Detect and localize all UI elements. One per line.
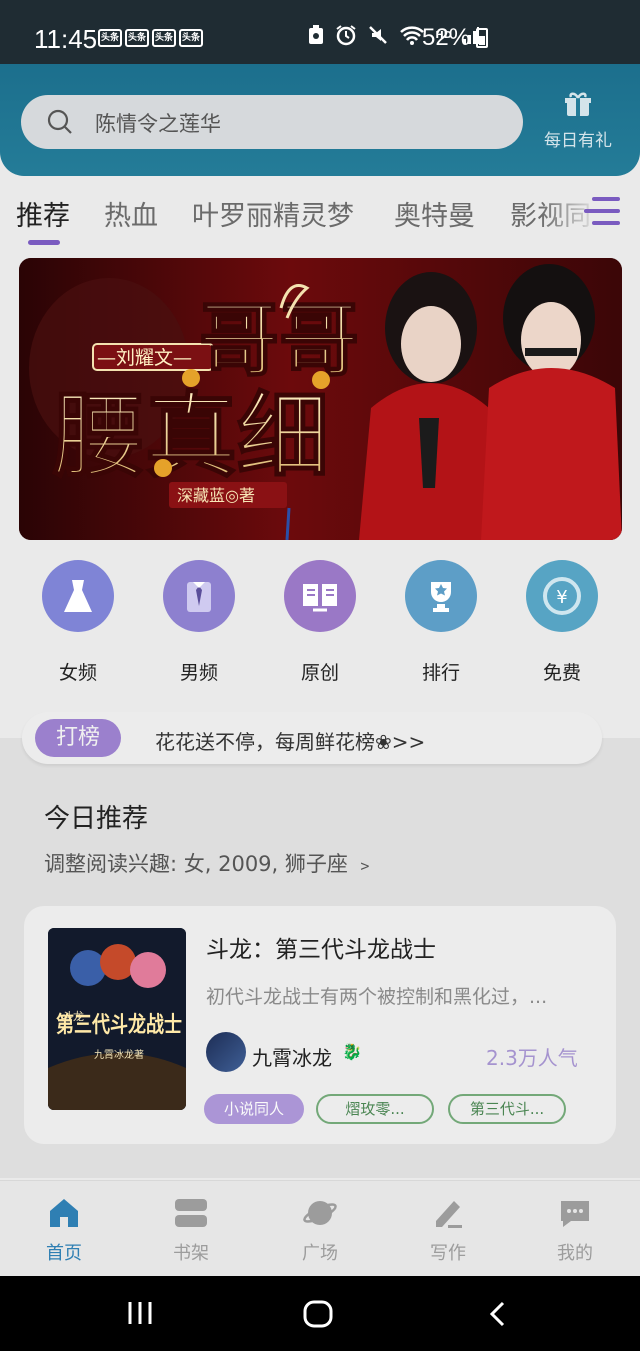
header: 陈情令之莲华 每日有礼 [0, 64, 640, 176]
category-circle [42, 560, 114, 632]
menu-icon[interactable] [582, 193, 622, 229]
category-label: 排行 [421, 662, 460, 684]
tab-recommend[interactable]: 推荐 [16, 194, 70, 233]
chat-bubble-icon [561, 1201, 589, 1227]
reading-interest-link[interactable]: 调整阅读兴趣: 女, 2009, 狮子座 ﹥ [44, 848, 376, 878]
tab-yeluoli[interactable]: 叶罗丽精灵梦 [192, 194, 354, 233]
nav-label: 首页 [46, 1243, 82, 1264]
banner-title-line2: 腰真细 [53, 382, 329, 490]
category-circle [284, 560, 356, 632]
book-card[interactable]: 斗龙 第三代斗龙战士 九霄冰龙著 斗龙：第三代斗龙战士 初代斗龙战士有两个被控制… [24, 906, 616, 1144]
news-notification-icon: 头条 [179, 29, 203, 47]
category-label: 女频 [58, 662, 97, 684]
banner-artist: —刘耀文— [97, 347, 192, 369]
banner-illustration: —刘耀文— 哥哥 腰真细 深藏蓝◎著 [19, 258, 622, 540]
author-avatar [206, 1032, 246, 1072]
nav-home[interactable]: 首页 [14, 1195, 114, 1265]
category-original[interactable]: 原创 [260, 560, 380, 685]
system-navigation-bar [0, 1276, 640, 1351]
category-label: 原创 [300, 662, 339, 684]
book-cover[interactable]: 斗龙 第三代斗龙战士 九霄冰龙著 [48, 928, 186, 1110]
search-input[interactable]: 陈情令之莲华 [21, 95, 523, 149]
banner-author: 深藏蓝◎著 [177, 486, 255, 505]
planet-icon [303, 1201, 337, 1225]
rank-badge: 打榜 [35, 719, 121, 757]
tag-series[interactable]: 第三代斗... [448, 1094, 566, 1124]
tag-character[interactable]: 熠玫零... [316, 1094, 434, 1124]
category-free[interactable]: ¥ 免费 [502, 560, 622, 685]
category-shortcuts: 女频 男频 原创 排行 ¥ 免费 [0, 560, 640, 700]
dress-icon [64, 580, 92, 612]
nav-mine[interactable]: 我的 [525, 1195, 625, 1265]
nav-label: 我的 [557, 1243, 593, 1264]
category-ranking[interactable]: 排行 [381, 560, 501, 685]
category-circle [405, 560, 477, 632]
shirt-tie-icon [187, 582, 211, 612]
storage-icon [309, 25, 324, 44]
daily-gift-button[interactable]: 每日有礼 [536, 90, 620, 151]
banner-carousel[interactable]: —刘耀文— 哥哥 腰真细 深藏蓝◎著 [19, 258, 622, 540]
yuan-coin-icon: ¥ [543, 577, 581, 615]
search-placeholder: 陈情令之莲华 [95, 112, 221, 136]
news-notification-icon: 头条 [125, 29, 149, 47]
cover-author: 九霄冰龙著 [94, 1048, 144, 1061]
nav-label: 书架 [173, 1243, 209, 1264]
back-icon[interactable] [486, 1300, 508, 1328]
nav-label: 广场 [302, 1243, 338, 1264]
category-female[interactable]: 女频 [18, 560, 138, 685]
mute-icon [369, 26, 388, 44]
nav-write[interactable]: 写作 [398, 1195, 498, 1265]
banner-title-line1: 哥哥 [199, 293, 359, 387]
author-dragon-badge: 🐉 [342, 1042, 362, 1061]
category-circle [163, 560, 235, 632]
gift-label: 每日有礼 [544, 131, 612, 151]
tab-ultraman[interactable]: 奥特曼 [394, 194, 475, 233]
nav-label: 写作 [430, 1243, 466, 1264]
pencil-icon [436, 1201, 462, 1228]
battery-icon [476, 28, 489, 48]
home-button-icon[interactable] [302, 1300, 334, 1328]
ranking-banner[interactable]: 打榜 花花送不停，每周鲜花榜❀>> [22, 712, 602, 764]
tab-hot-blood[interactable]: 热血 [104, 194, 158, 233]
search-icon [47, 109, 72, 134]
rank-text: 花花送不停，每周鲜花榜❀>> [155, 730, 426, 754]
section-title: 今日推荐 [44, 804, 149, 834]
news-notification-icon: 头条 [98, 29, 122, 47]
category-tabs: 推荐 热血 叶罗丽精灵梦 奥特曼 影视同 [0, 176, 640, 252]
nav-plaza[interactable]: 广场 [270, 1195, 370, 1265]
active-tab-indicator [28, 240, 60, 245]
recent-apps-icon[interactable] [126, 1300, 154, 1326]
category-label: 免费 [542, 662, 581, 684]
status-time: 11:45 [34, 24, 98, 54]
tag-fanfic[interactable]: 小说同人 [204, 1094, 304, 1124]
bookshelf-icon [175, 1199, 207, 1227]
book-description: 初代斗龙战士有两个被控制和黑化过，... [206, 986, 548, 1008]
book-title[interactable]: 斗龙：第三代斗龙战士 [206, 930, 436, 964]
battery-percent: 52% [422, 24, 471, 51]
trophy-icon [431, 582, 451, 612]
gift-icon [565, 92, 591, 116]
battery-indicator: 52% [422, 24, 489, 52]
open-book-icon [303, 584, 337, 612]
nav-bookshelf[interactable]: 书架 [141, 1195, 241, 1265]
bottom-nav: 首页 书架 广场 写作 我的 [0, 1180, 640, 1276]
category-circle: ¥ [526, 560, 598, 632]
svg-text:¥: ¥ [556, 587, 567, 608]
category-male[interactable]: 男频 [139, 560, 259, 685]
category-label: 男频 [179, 662, 218, 684]
cover-title: 第三代斗龙战士 [56, 1012, 182, 1038]
news-notification-icon: 头条 [152, 29, 176, 47]
author-name[interactable]: 九霄冰龙 [252, 1042, 332, 1071]
book-cover-art: 斗龙 第三代斗龙战士 九霄冰龙著 [48, 928, 186, 1110]
popularity-count: 2.3万人气 [486, 1046, 578, 1070]
home-icon [50, 1199, 78, 1227]
alarm-icon [336, 25, 356, 46]
news-notifications: 头条 头条 头条 头条 [98, 29, 203, 47]
